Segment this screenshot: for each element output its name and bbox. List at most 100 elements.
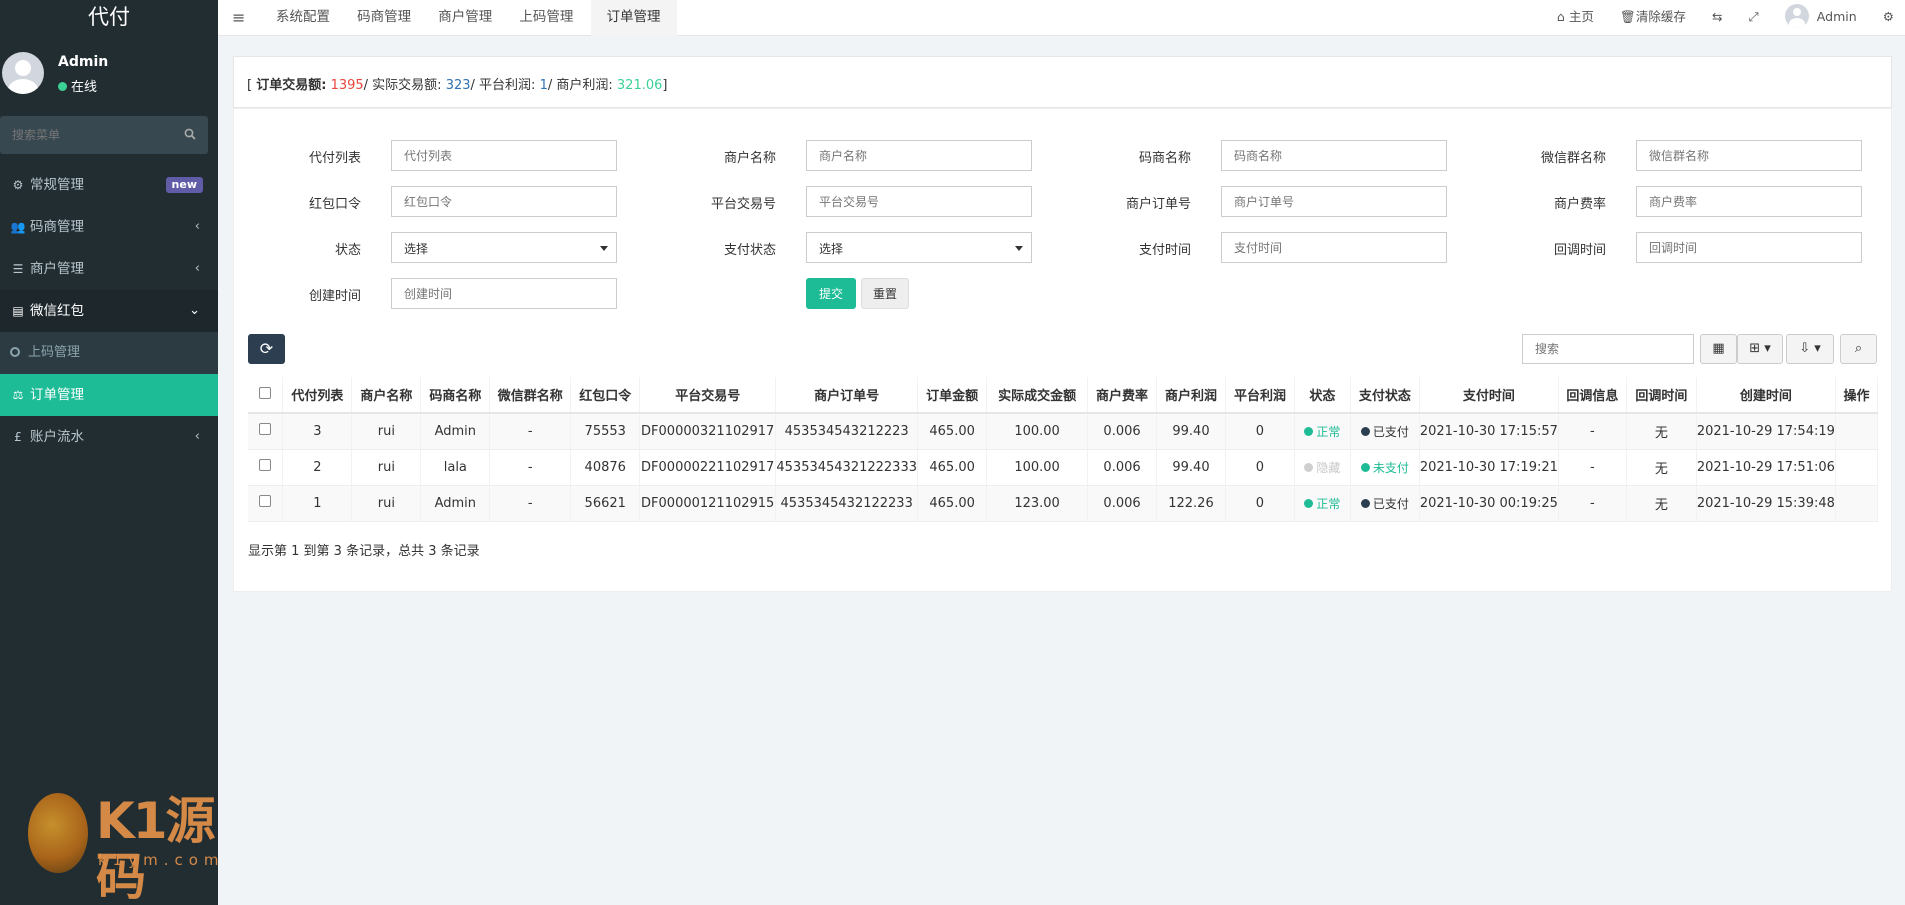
cell-coder: Admin — [420, 413, 491, 450]
advanced-search-button[interactable]: ⌕ — [1840, 334, 1877, 364]
filter-label-redpacket-code: 红包口令 — [308, 197, 361, 212]
filter-coder-name-input[interactable] — [1221, 140, 1447, 171]
header-checkbox[interactable] — [248, 377, 284, 414]
sidebar-item-upload-code[interactable]: 上码管理 — [0, 332, 218, 374]
status-badge[interactable]: 隐藏 — [1304, 461, 1340, 475]
cell-status[interactable]: 隐藏 — [1294, 449, 1351, 486]
pound-icon: £ — [14, 430, 22, 444]
columns-toggle-button[interactable]: ▦ — [1700, 334, 1737, 364]
new-badge: new — [165, 177, 203, 193]
row-checkbox-cell[interactable] — [248, 449, 284, 486]
tab-upload-code[interactable]: 上码管理 — [509, 0, 583, 36]
table-row[interactable]: 2 rui lala - 40876 DF00000221102917 4535… — [248, 449, 1879, 486]
table-search-input[interactable] — [1522, 334, 1694, 364]
row-checkbox[interactable] — [259, 459, 272, 471]
row-checkbox[interactable] — [259, 423, 272, 436]
export-dropdown-button[interactable]: ⇩ ▾ — [1786, 334, 1834, 364]
app-logo-title[interactable]: 代付 — [0, 0, 218, 36]
column-header[interactable]: 商户费率 — [1087, 377, 1158, 414]
refresh-button[interactable]: ⟳ — [248, 334, 285, 364]
select-all-checkbox[interactable] — [259, 386, 272, 399]
clear-cache-link[interactable]: 🗑清除缓存 — [1609, 0, 1697, 36]
sidebar-toggle-icon[interactable]: ≡ — [232, 8, 245, 27]
filter-pay-status-select[interactable]: 选择 — [806, 232, 1032, 263]
tab-merchant[interactable]: 商户管理 — [428, 0, 502, 36]
column-header[interactable]: 代付列表 — [282, 377, 353, 414]
top-navbar: ≡ 系统配置 码商管理 商户管理 上码管理 订单管理 ⌂ 主页 🗑清除缓存 ⇆ … — [218, 0, 1905, 36]
column-header[interactable]: 回调时间 — [1626, 377, 1697, 414]
column-header[interactable]: 支付状态 — [1350, 377, 1420, 414]
reset-button[interactable]: 重置 — [861, 278, 909, 309]
cell-status[interactable]: 正常 — [1294, 485, 1351, 522]
pay-status-text: 未支付 — [1372, 460, 1409, 475]
cell-id: 1 — [282, 485, 353, 522]
row-checkbox-cell[interactable] — [248, 413, 284, 450]
filter-platform-no-input[interactable] — [806, 186, 1032, 217]
search-icon[interactable] — [184, 128, 196, 144]
layout-dropdown-button[interactable]: ⊞ ▾ — [1737, 334, 1783, 364]
refresh-icon: ⟳ — [259, 339, 274, 358]
status-badge[interactable]: 正常 — [1304, 497, 1340, 511]
user-status: 在线 — [58, 76, 97, 95]
sidebar-search-input[interactable] — [0, 116, 208, 154]
column-header[interactable]: 商户名称 — [351, 377, 422, 414]
user-menu-name: Admin — [1816, 9, 1857, 24]
column-header[interactable]: 商户利润 — [1156, 377, 1226, 414]
column-header[interactable]: 微信群名称 — [489, 377, 572, 414]
sidebar-item-coder[interactable]: 👥 码商管理 ‹ — [0, 206, 218, 248]
settings-gears-icon[interactable]: ⚙ — [1872, 0, 1905, 36]
sidebar-item-wechat-redpacket[interactable]: ▤ 微信红包 ⌄ — [0, 290, 218, 332]
sidebar-item-account-flow[interactable]: £ 账户流水 ‹ — [0, 416, 218, 458]
filter-created-time-input[interactable] — [391, 278, 617, 309]
filter-pay-time-input[interactable] — [1221, 232, 1447, 263]
column-header[interactable]: 码商名称 — [420, 377, 491, 414]
cell-status[interactable]: 正常 — [1294, 413, 1351, 450]
cell-callback-time: 无 — [1626, 449, 1697, 486]
column-header[interactable]: 商户订单号 — [775, 377, 919, 414]
column-header[interactable]: 平台利润 — [1225, 377, 1295, 414]
status-dot-icon — [1304, 498, 1314, 508]
sidebar-item-merchant[interactable]: ☰ 商户管理 ‹ — [0, 248, 218, 290]
cell-amount: 465.00 — [917, 413, 988, 450]
user-menu[interactable]: Admin — [1774, 0, 1868, 36]
tab-system-config[interactable]: 系统配置 — [266, 0, 340, 36]
filter-payout-list-input[interactable] — [391, 140, 617, 171]
table-row[interactable]: 3 rui Admin - 75553 DF00000321102917 453… — [248, 413, 1879, 450]
row-checkbox-cell[interactable] — [248, 485, 284, 522]
column-header[interactable]: 平台交易号 — [639, 377, 777, 414]
filter-callback-time-input[interactable] — [1636, 232, 1862, 263]
fullscreen-icon[interactable]: ⤢ — [1738, 0, 1770, 36]
sidebar-item-label: 常规管理 — [30, 177, 84, 193]
tab-coder[interactable]: 码商管理 — [347, 0, 421, 36]
column-header[interactable]: 创建时间 — [1696, 377, 1836, 414]
column-header[interactable]: 红包口令 — [570, 377, 641, 414]
home-link[interactable]: ⌂ 主页 — [1546, 0, 1605, 36]
status-dot-icon — [1360, 498, 1370, 508]
column-header[interactable]: 实际成交金额 — [986, 377, 1089, 414]
filter-label-merchant-order-no: 商户订单号 — [1125, 197, 1191, 212]
filter-merchant-name-input[interactable] — [806, 140, 1032, 171]
sidebar-item-label: 码商管理 — [30, 219, 84, 235]
sidebar-item-orders[interactable]: ⚖ 订单管理 — [0, 374, 218, 416]
filter-wechat-group-input[interactable] — [1636, 140, 1862, 171]
row-checkbox[interactable] — [259, 495, 272, 507]
language-icon[interactable]: ⇆ — [1701, 0, 1733, 36]
column-header[interactable]: 订单金额 — [917, 377, 988, 414]
sidebar-item-general[interactable]: ⚙ 常规管理 new — [0, 164, 218, 206]
status-badge[interactable]: 正常 — [1304, 425, 1340, 439]
column-header[interactable]: 状态 — [1294, 377, 1351, 414]
submit-button[interactable]: 提交 — [806, 278, 856, 309]
filter-redpacket-code-input[interactable] — [391, 186, 617, 217]
cell-platform-no: DF00000321102917 — [639, 413, 777, 450]
cell-code: 40876 — [570, 449, 641, 486]
filter-status-select[interactable]: 选择 — [391, 232, 617, 263]
online-dot-icon — [58, 82, 67, 91]
filter-merchant-rate-input[interactable] — [1636, 186, 1862, 217]
status-dot-icon — [1360, 462, 1370, 472]
column-header[interactable]: 回调信息 — [1558, 377, 1627, 414]
table-row[interactable]: 1 rui Admin - 56621 DF00000121102915 453… — [248, 485, 1879, 522]
column-header[interactable]: 支付时间 — [1419, 377, 1559, 414]
filter-merchant-order-no-input[interactable] — [1221, 186, 1447, 217]
caret-down-icon: ▾ — [1764, 341, 1771, 356]
tab-orders[interactable]: 订单管理 — [590, 0, 677, 36]
